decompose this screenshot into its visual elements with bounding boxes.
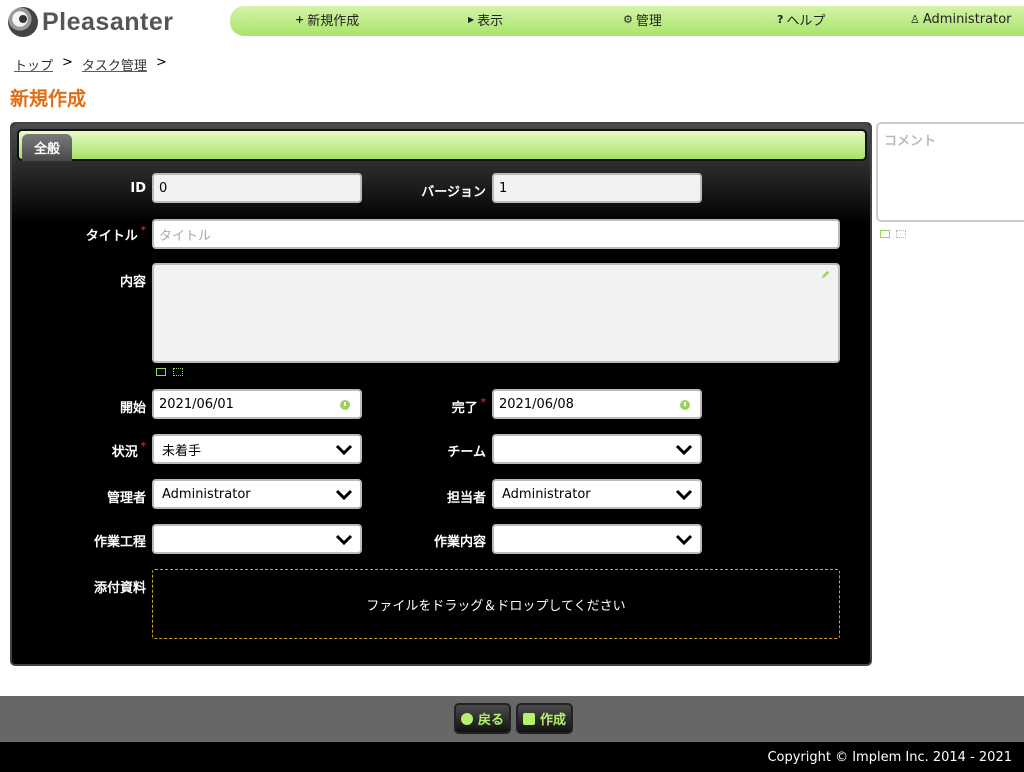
triangle-right-icon: ▶ <box>468 14 475 24</box>
logo-text: Pleasanter <box>42 7 174 36</box>
status-select[interactable]: 未着手 <box>152 434 362 464</box>
complete-date-value: 2021/06/08 <box>499 396 574 412</box>
complete-label: 完了 * <box>392 397 486 416</box>
owner-label: 担当者 <box>446 491 486 506</box>
chevron-down-icon <box>335 444 353 456</box>
tab-bar: 全般 <box>17 129 867 161</box>
table-icon[interactable] <box>896 230 906 238</box>
editor-panel: 全般 ID 0 バージョン 1 タイトル * タイトル 内容 開始 2021/06… <box>10 122 872 666</box>
file-dropzone[interactable]: ファイルをドラッグ＆ドロップしてください <box>152 569 840 639</box>
chevron-down-icon <box>675 534 693 546</box>
work-content-select[interactable] <box>492 524 702 554</box>
nav-new[interactable]: + 新規作成 <box>295 6 359 32</box>
comment-placeholder: コメント <box>884 134 937 149</box>
title-input[interactable]: タイトル <box>152 219 840 249</box>
image-icon[interactable] <box>880 230 890 238</box>
complete-date-input[interactable]: 2021/06/08 <box>492 389 702 419</box>
nav-help-label: ヘルプ <box>786 13 826 29</box>
clock-icon[interactable] <box>340 400 350 410</box>
status-label-text: 状況 <box>111 445 138 460</box>
start-label: 開始 <box>119 401 146 416</box>
title-placeholder: タイトル <box>159 228 212 244</box>
gear-icon: ⚙ <box>623 12 633 26</box>
manager-label: 管理者 <box>106 491 146 506</box>
version-label: バージョン <box>421 185 486 200</box>
copyright-text: Copyright © Implem Inc. 2014 - 2021 <box>767 749 1012 765</box>
status-label: 状況 * <box>52 441 146 460</box>
back-button-label: 戻る <box>478 713 505 728</box>
nav-manage-label: 管理 <box>635 13 662 29</box>
body-label: 内容 <box>119 275 146 290</box>
nav-view-label: 表示 <box>477 13 504 29</box>
nav-new-label: 新規作成 <box>307 13 360 29</box>
manager-value: Administrator <box>162 486 251 502</box>
chevron-down-icon <box>335 534 353 546</box>
owner-value: Administrator <box>502 486 591 502</box>
nav-user-label: Administrator <box>922 11 1012 27</box>
image-icon[interactable] <box>156 368 166 376</box>
breadcrumb: トップ > タスク管理 > <box>14 55 176 74</box>
dropzone-text: ファイルをドラッグ＆ドロップしてください <box>366 598 626 614</box>
page-title: 新規作成 <box>10 88 87 110</box>
question-icon: ? <box>777 12 784 26</box>
table-icon[interactable] <box>173 368 183 376</box>
chevron-down-icon <box>675 444 693 456</box>
complete-label-text: 完了 <box>451 401 478 416</box>
breadcrumb-separator: > <box>62 55 73 70</box>
required-mark: * <box>140 441 146 452</box>
nav-user[interactable]: ♙ Administrator <box>910 6 1012 32</box>
logo-icon <box>8 7 38 37</box>
user-icon: ♙ <box>910 12 920 26</box>
nav-manage[interactable]: ⚙ 管理 <box>623 6 662 32</box>
plus-icon: + <box>295 12 305 26</box>
id-field: 0 <box>152 173 362 203</box>
id-label: ID <box>130 181 146 196</box>
back-arrow-icon <box>461 712 473 725</box>
save-icon <box>523 712 535 725</box>
required-mark: * <box>140 225 146 236</box>
back-button[interactable]: 戻る <box>454 703 512 734</box>
main-navbar: + 新規作成 ▶ 表示 ⚙ 管理 ? ヘルプ ♙ Administrator <box>230 6 1024 36</box>
clock-icon[interactable] <box>680 400 690 410</box>
start-date-input[interactable]: 2021/06/01 <box>152 389 362 419</box>
breadcrumb-top[interactable]: トップ <box>14 55 53 74</box>
owner-select[interactable]: Administrator <box>492 479 702 509</box>
nav-view[interactable]: ▶ 表示 <box>468 6 503 32</box>
breadcrumb-task-management[interactable]: タスク管理 <box>82 55 147 74</box>
create-button[interactable]: 作成 <box>516 703 574 734</box>
work-process-select[interactable] <box>152 524 362 554</box>
id-value: 0 <box>159 180 168 196</box>
tab-general[interactable]: 全般 <box>22 134 72 161</box>
command-bar: 戻る 作成 <box>0 696 1024 742</box>
start-date-value: 2021/06/01 <box>159 396 234 412</box>
comment-input[interactable]: コメント <box>876 122 1024 222</box>
edit-pencil-icon[interactable] <box>821 270 830 279</box>
attachments-label: 添付資料 <box>93 581 146 596</box>
chevron-down-icon <box>675 489 693 501</box>
version-field: 1 <box>492 173 702 203</box>
footer: Copyright © Implem Inc. 2014 - 2021 <box>0 742 1024 772</box>
breadcrumb-separator: > <box>155 55 167 70</box>
team-select[interactable] <box>492 434 702 464</box>
manager-select[interactable]: Administrator <box>152 479 362 509</box>
team-label: チーム <box>447 445 486 460</box>
app-logo[interactable]: Pleasanter <box>8 6 173 38</box>
create-button-label: 作成 <box>540 713 567 728</box>
version-value: 1 <box>499 180 508 196</box>
status-value: 未着手 <box>162 443 202 459</box>
title-label: タイトル * <box>52 225 146 244</box>
required-mark: * <box>480 397 486 408</box>
body-textarea[interactable] <box>152 263 840 363</box>
title-label-text: タイトル <box>85 229 138 244</box>
work-content-label: 作業内容 <box>433 535 486 550</box>
chevron-down-icon <box>335 489 353 501</box>
work-process-label: 作業工程 <box>93 535 146 550</box>
nav-help[interactable]: ? ヘルプ <box>777 6 825 32</box>
